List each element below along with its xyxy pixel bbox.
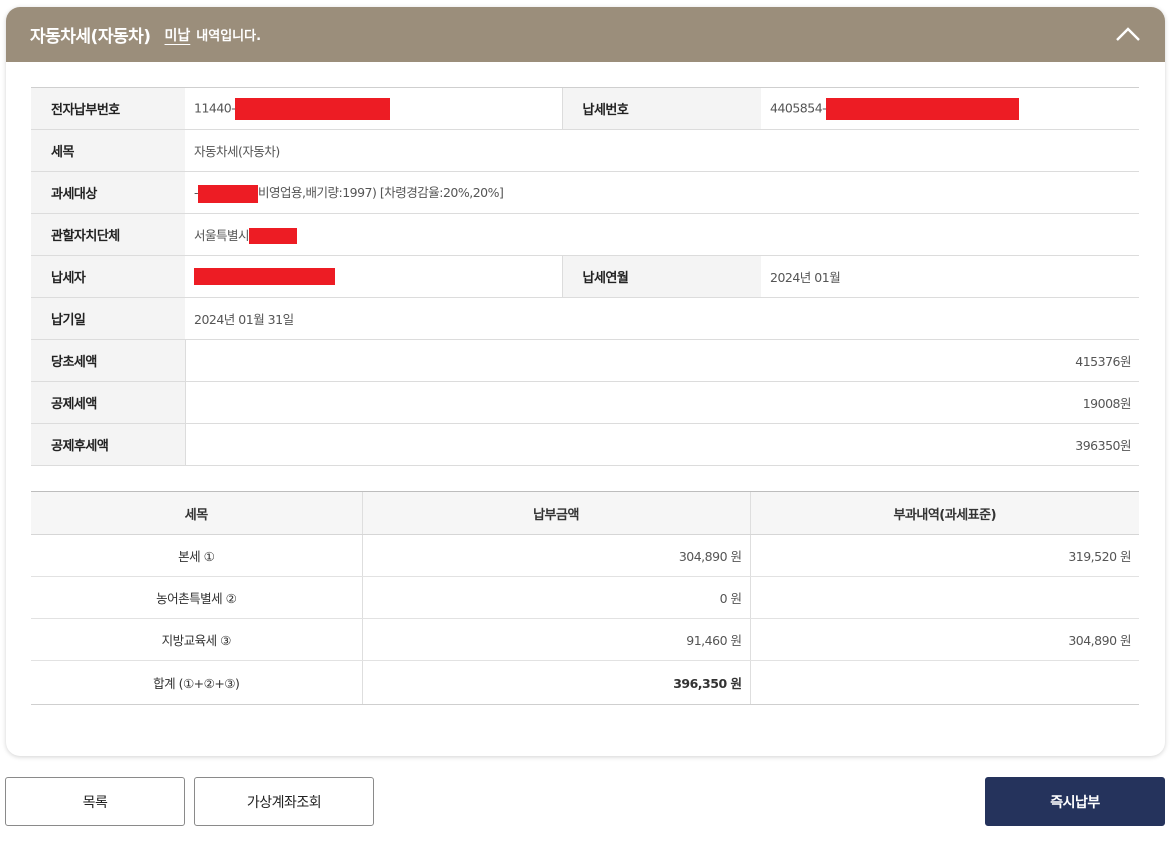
redaction-mark [249,228,298,245]
row-amount: 304,890 원 [361,534,750,577]
due-date-value: 2024년 01월 31일 [185,297,1139,340]
after-deduction-value: 396350원 [184,423,1139,466]
row-basis: 304,890 원 [749,618,1139,661]
table-row: 농어촌특별세 ② 0 원 [31,576,1139,619]
chevron-up-icon [1116,27,1140,41]
tax-object-text: 비영업용,배기량:1997) [차령경감율:20%,20%] [258,185,504,201]
row-amount: 0 원 [361,576,750,619]
electronic-payment-no-value: 11440- [185,87,562,130]
table-row: 납세자 납세연월 2024년 01월 [31,255,1139,298]
tax-item-label: 세목 [31,129,185,172]
tax-breakdown-table: 세목 납부금액 부과내역(과세표준) 본세 ① 304,890 원 319,52… [31,491,1139,705]
table-row: 공제세액 19008원 [31,381,1139,424]
deduction-label: 공제세액 [31,381,185,424]
pay-now-button[interactable]: 즉시납부 [985,777,1165,826]
taxpayer-label: 납세자 [31,255,185,298]
table-row: 지방교육세 ③ 91,460 원 304,890 원 [31,618,1139,661]
jurisdiction-value: 서울특별시 [185,213,1139,256]
row-amount: 91,460 원 [361,618,750,661]
table-row: 납기일 2024년 01월 31일 [31,297,1139,340]
tax-object-label: 과세대상 [31,171,185,214]
table-row: 공제후세액 396350원 [31,423,1139,466]
jurisdiction-text: 서울특별시 [194,227,250,243]
redaction-mark [826,97,1020,120]
table-row: 과세대상 - 비영업용,배기량:1997) [차령경감율:20%,20%] [31,171,1139,214]
row-item: 본세 ① [31,534,362,577]
column-header-item: 세목 [31,491,362,535]
row-item: 지방교육세 ③ [31,618,362,661]
electronic-payment-no-label: 전자납부번호 [31,87,185,130]
column-header-basis: 부과내역(과세표준) [749,491,1139,535]
payment-status: 미납 [164,27,191,44]
due-date-label: 납기일 [31,297,185,340]
jurisdiction-label: 관할자치단체 [31,213,185,256]
tax-month-label: 납세연월 [561,255,761,298]
row-basis [749,576,1139,619]
row-item: 농어촌특별세 ② [31,576,362,619]
tax-info-table: 전자납부번호 11440- 납세번호 4405854- 세목 자동차세(자동차)… [31,87,1139,466]
table-row: 당초세액 415376원 [31,339,1139,382]
original-tax-value: 415376원 [184,339,1139,382]
card-header: 자동차세(자동차) 미납 내역입니다. [6,7,1165,62]
table-row: 전자납부번호 11440- 납세번호 4405854- [31,87,1139,130]
tax-object-value: - 비영업용,배기량:1997) [차령경감율:20%,20%] [185,171,1139,214]
table-row: 관할자치단체 서울특별시 [31,213,1139,256]
taxpayer-value [185,255,562,298]
deduction-value: 19008원 [184,381,1139,424]
tax-title: 자동차세(자동차) [30,27,151,47]
redaction-mark [198,184,259,203]
after-deduction-label: 공제후세액 [31,423,185,466]
row-basis: 319,520 원 [749,534,1139,577]
tax-item-value: 자동차세(자동차) [185,129,1139,172]
total-row: 합계 (①+②+③) 396,350 원 [31,660,1139,705]
tax-payment-no-text: 4405854- [770,100,827,115]
tax-payment-no-label: 납세번호 [561,87,761,130]
total-basis [749,660,1139,705]
total-item: 합계 (①+②+③) [31,660,362,705]
column-header-amount: 납부금액 [361,491,750,535]
tax-detail-card: 자동차세(자동차) 미납 내역입니다. 전자납부번호 11440- 납세번호 4… [6,7,1165,756]
table-row: 세목 자동차세(자동차) [31,129,1139,172]
virtual-account-button[interactable]: 가상계좌조회 [194,777,374,826]
header-suffix: 내역입니다. [196,29,262,44]
table-header-row: 세목 납부금액 부과내역(과세표준) [31,491,1139,535]
table-row: 본세 ① 304,890 원 319,520 원 [31,534,1139,577]
tax-month-value: 2024년 01월 [761,255,1139,298]
redaction-mark [194,268,335,285]
total-amount: 396,350 원 [361,660,750,705]
electronic-payment-no-text: 11440- [194,100,236,115]
tax-payment-no-value: 4405854- [761,87,1139,130]
redaction-mark [235,97,391,120]
list-button[interactable]: 목록 [5,777,185,826]
collapse-button[interactable] [1113,21,1143,47]
original-tax-label: 당초세액 [31,339,185,382]
